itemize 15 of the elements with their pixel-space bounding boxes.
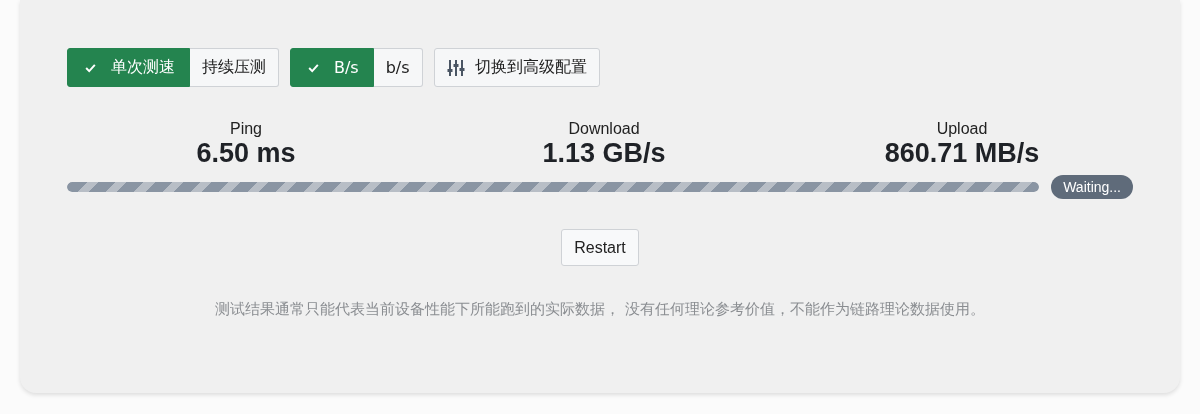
- status-badge: Waiting...: [1051, 175, 1133, 199]
- metric-label: Upload: [936, 120, 988, 138]
- restart-button[interactable]: Restart: [561, 229, 639, 266]
- advanced-settings-button[interactable]: 切换到高级配置: [433, 48, 600, 87]
- mode-toggle-button[interactable]: 持续压测: [190, 48, 279, 87]
- metric-value: 1.13 GB/s: [542, 138, 666, 169]
- mode-toggle-button[interactable]: 单次测速: [67, 48, 190, 87]
- disclaimer-text: 测试结果通常只能代表当前设备性能下所能跑到的实际数据， 没有任何理论参考价值，不能作为链路理论数据使用。: [214, 300, 986, 319]
- unit-toggle-button[interactable]: b/s: [373, 48, 423, 87]
- unit-toggle-button[interactable]: B/s: [290, 48, 374, 87]
- sliders-icon: [446, 58, 465, 77]
- metric-label: Ping: [230, 120, 262, 138]
- metric-label: Download: [568, 120, 640, 138]
- metric-value: 6.50 ms: [196, 138, 296, 169]
- metric-value: 860.71 MB/s: [884, 138, 1040, 169]
